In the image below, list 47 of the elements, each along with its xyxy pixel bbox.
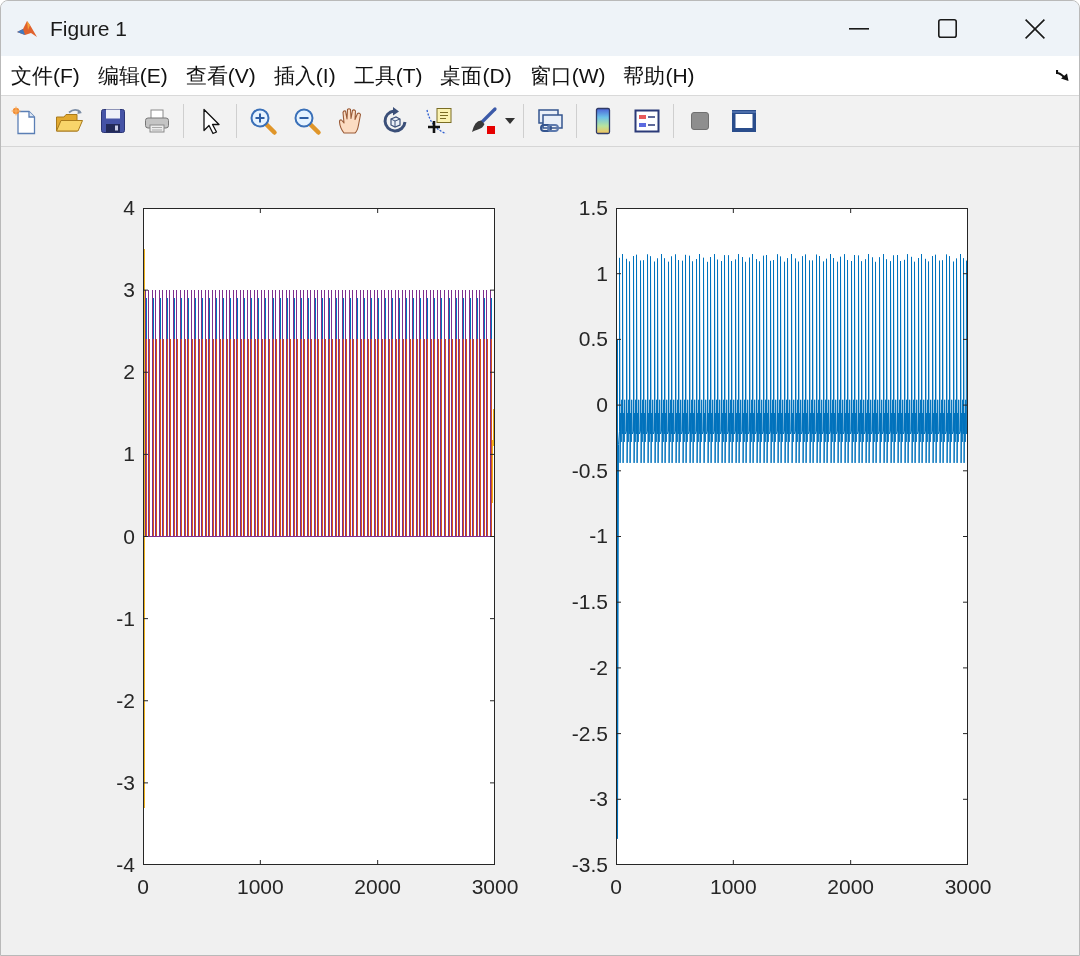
save-icon[interactable] (98, 106, 128, 136)
y-tick-label: 0.5 (578, 327, 608, 352)
menu-item[interactable]: 工具(T) (352, 61, 424, 90)
y-tick-label: -1 (589, 524, 608, 549)
menu-item[interactable]: 帮助(H) (622, 61, 696, 90)
note-crosshair-icon[interactable] (424, 106, 454, 136)
y-tick-label: -2 (116, 688, 135, 713)
maximize-icon (937, 19, 957, 38)
x-tick-label: 0 (610, 875, 622, 899)
zoom-in-icon[interactable] (248, 106, 278, 136)
dock-arrow-icon[interactable] (1056, 69, 1070, 82)
y-tick-label: -3 (589, 787, 608, 812)
x-tick-label: 0 (137, 875, 149, 899)
caret-down-icon[interactable] (505, 118, 515, 124)
y-tick-label: 2 (123, 360, 135, 385)
y-tick-label: -0.5 (571, 458, 608, 483)
y-tick-label: 1 (123, 442, 135, 467)
menu-item[interactable]: 查看(V) (184, 61, 257, 90)
minimize-icon (849, 27, 869, 30)
menu-item[interactable]: 编辑(E) (96, 61, 169, 90)
menu-item[interactable]: 插入(I) (272, 61, 337, 90)
x-tick-label: 3000 (944, 875, 992, 899)
x-tick-label: 3000 (471, 875, 519, 899)
y-tick-label: 3 (123, 278, 135, 303)
y-tick-label: 4 (123, 196, 135, 220)
menu-item[interactable]: 桌面(D) (439, 61, 513, 90)
menu-item[interactable]: 文件(F) (10, 61, 81, 90)
x-tick-label: 1000 (709, 875, 757, 899)
y-tick-label: -2 (589, 655, 608, 680)
printer-icon[interactable] (142, 106, 172, 136)
y-tick-label: -1 (116, 606, 135, 631)
y-tick-label: -3.5 (571, 852, 608, 877)
x-tick-label: 1000 (236, 875, 284, 899)
y-tick-label: -2.5 (571, 721, 608, 746)
close-icon (1025, 18, 1045, 39)
x-tick-label: 2000 (827, 875, 874, 899)
y-tick-label: 0 (596, 393, 608, 418)
y-tick-label: 1.5 (578, 196, 608, 220)
window-title: Figure 1 (50, 16, 128, 41)
y-tick-label: -4 (116, 853, 135, 877)
y-tick-label: -1.5 (571, 590, 608, 615)
x-tick-label: 2000 (354, 875, 401, 899)
y-tick-label: 0 (123, 524, 135, 549)
y-tick-label: -3 (116, 770, 135, 795)
y-tick-label: 1 (596, 261, 608, 286)
zoom-out-icon[interactable] (292, 106, 322, 136)
menu-item[interactable]: 窗口(W) (528, 61, 607, 90)
